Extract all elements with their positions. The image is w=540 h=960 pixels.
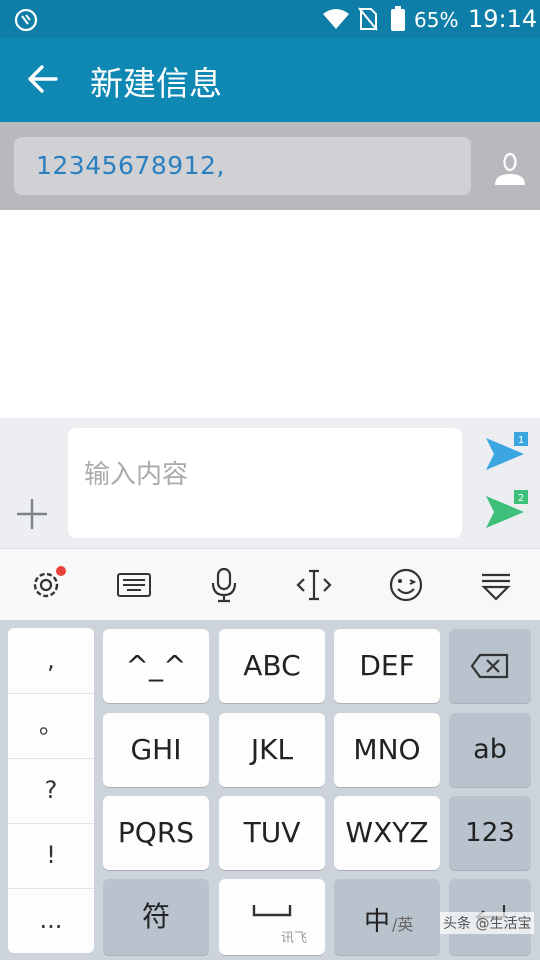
page-title: 新建信息 — [90, 64, 222, 103]
language-main-label: 中 — [364, 907, 391, 937]
message-content-area — [0, 210, 540, 418]
send-sim2-badge: 2 — [518, 493, 524, 504]
keyboard-toolbar — [0, 548, 540, 621]
send-sim1-badge: 1 — [518, 435, 524, 446]
space-key[interactable]: 讯飞 — [219, 879, 325, 955]
punctuation-list: , 。 ? ! ... — [8, 628, 94, 953]
recipient-bar: 12345678912, — [0, 122, 540, 210]
message-input[interactable]: 输入内容 — [68, 428, 462, 538]
emoji-icon[interactable] — [386, 565, 426, 605]
wifi-icon — [323, 9, 349, 29]
punct-key-period[interactable]: 。 — [8, 693, 94, 759]
message-placeholder: 输入内容 — [84, 460, 189, 490]
key-wxyz[interactable]: WXYZ — [334, 796, 440, 870]
recipient-input[interactable]: 12345678912, — [14, 137, 471, 195]
app-bar: 新建信息 — [0, 38, 540, 122]
space-brand-label: 讯飞 — [281, 931, 308, 946]
key-mno[interactable]: MNO — [334, 713, 440, 787]
contact-picker-icon[interactable] — [493, 152, 527, 186]
language-alt-label: /英 — [392, 915, 414, 934]
compose-bar: 输入内容 1 2 — [0, 418, 540, 548]
key-emoticon[interactable]: ^_^ — [103, 629, 209, 703]
punct-key-exclamation[interactable]: ! — [8, 823, 94, 889]
settings-gear-icon[interactable] — [26, 565, 66, 605]
key-123[interactable]: 123 — [449, 796, 531, 870]
space-bar-icon — [252, 905, 292, 917]
key-abc[interactable]: ABC — [219, 629, 325, 703]
no-sim-icon — [358, 7, 378, 31]
key-def[interactable]: DEF — [334, 629, 440, 703]
send-sim2-icon[interactable]: 2 — [484, 490, 528, 534]
punct-key-question[interactable]: ? — [8, 758, 94, 824]
battery-percent: 65% — [414, 8, 459, 32]
punct-key-comma[interactable]: , — [8, 628, 94, 694]
recipient-value: 12345678912, — [36, 151, 225, 180]
key-symbol[interactable]: 符 — [103, 879, 209, 955]
add-attachment-icon[interactable] — [14, 496, 50, 532]
hide-keyboard-icon[interactable] — [476, 565, 516, 605]
keyboard: , 。 ? ! ... ^_^ ABC DEF GHI JKL MNO ab P… — [0, 620, 540, 960]
microphone-icon[interactable] — [204, 565, 244, 605]
nfc-icon — [14, 8, 38, 32]
key-pqrs[interactable]: PQRS — [103, 796, 209, 870]
punct-key-ellipsis[interactable]: ... — [8, 888, 94, 953]
status-bar: 65% 19:14 — [0, 0, 540, 38]
key-jkl[interactable]: JKL — [219, 713, 325, 787]
language-switch-key[interactable]: 中 /英 — [334, 879, 440, 955]
watermark: 头条 @生活宝 — [440, 912, 535, 934]
key-ghi[interactable]: GHI — [103, 713, 209, 787]
backspace-icon — [470, 653, 509, 679]
cursor-move-icon[interactable] — [294, 565, 334, 605]
send-sim1-icon[interactable]: 1 — [484, 432, 528, 476]
key-ab[interactable]: ab — [449, 713, 531, 787]
back-arrow-icon[interactable] — [26, 62, 60, 96]
backspace-key[interactable] — [449, 629, 531, 703]
status-time: 19:14 — [468, 5, 538, 33]
battery-icon — [391, 6, 405, 31]
key-tuv[interactable]: TUV — [219, 796, 325, 870]
keyboard-switch-icon[interactable] — [114, 565, 154, 605]
